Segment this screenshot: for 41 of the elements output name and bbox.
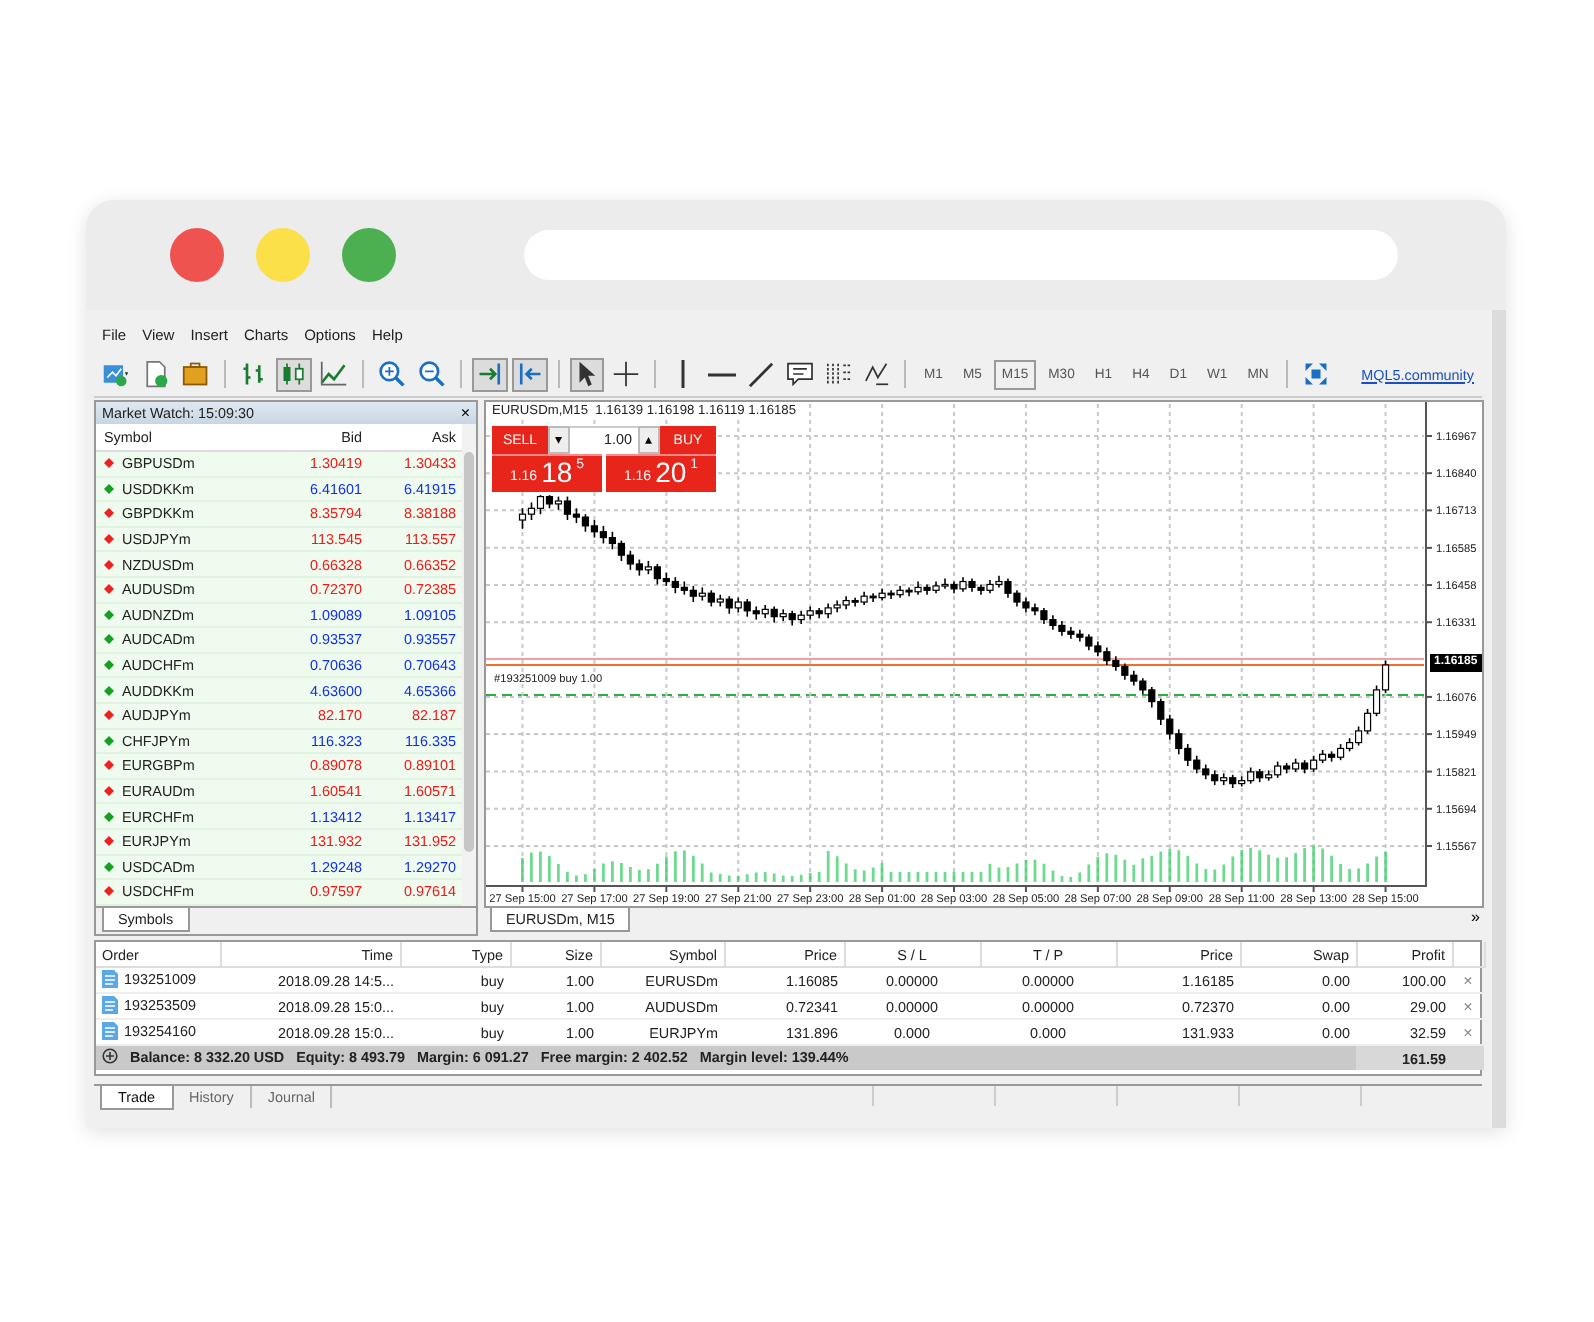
trend-line-icon bbox=[748, 361, 774, 387]
candlestick-icon bbox=[280, 360, 308, 388]
new-chart-icon bbox=[102, 360, 130, 388]
cursor-icon bbox=[576, 360, 598, 388]
expand-icon[interactable] bbox=[102, 1048, 118, 1065]
scroll-tabs-button[interactable]: » bbox=[1467, 908, 1484, 928]
briefcase-icon bbox=[182, 360, 210, 388]
browser-scrollbar[interactable] bbox=[1492, 310, 1506, 1128]
line-chart-button[interactable] bbox=[316, 357, 352, 391]
document-icon bbox=[102, 1021, 118, 1039]
bar-chart-icon bbox=[240, 360, 268, 388]
vertical-line-icon bbox=[680, 360, 686, 388]
crosshair-icon bbox=[612, 360, 640, 388]
zoom-out-button[interactable] bbox=[414, 357, 450, 391]
trend-line-button[interactable] bbox=[744, 357, 778, 391]
zoom-in-icon bbox=[378, 360, 406, 388]
line-chart-icon bbox=[320, 360, 348, 388]
close-order-button[interactable]: × bbox=[1463, 997, 1473, 1015]
candlestick-button[interactable] bbox=[276, 357, 312, 391]
crosshair-button[interactable] bbox=[608, 357, 644, 391]
new-document-icon bbox=[142, 360, 170, 388]
close-button[interactable]: × bbox=[460, 404, 470, 422]
autoscroll-button[interactable] bbox=[472, 357, 508, 391]
autoscroll-icon bbox=[476, 360, 504, 388]
chart-shift-icon bbox=[516, 360, 544, 388]
close-order-button[interactable]: × bbox=[1463, 971, 1473, 989]
horizontal-line-icon bbox=[708, 371, 736, 377]
speech-bubble-button[interactable] bbox=[782, 357, 818, 391]
scrollbar[interactable] bbox=[462, 424, 476, 906]
zoom-in-button[interactable] bbox=[374, 357, 410, 391]
zoom-out-icon bbox=[418, 360, 446, 388]
document-icon bbox=[102, 969, 118, 987]
cursor-button[interactable] bbox=[570, 357, 604, 391]
indicators-icon bbox=[864, 362, 890, 386]
expand-icon bbox=[1303, 362, 1328, 386]
speech-bubble-icon bbox=[786, 362, 814, 386]
close-window-icon[interactable] bbox=[170, 228, 224, 282]
chart-shift-button[interactable] bbox=[512, 357, 548, 391]
document-icon bbox=[102, 995, 118, 1013]
close-order-button[interactable]: × bbox=[1463, 1023, 1473, 1041]
grid-lines-icon bbox=[826, 362, 852, 386]
